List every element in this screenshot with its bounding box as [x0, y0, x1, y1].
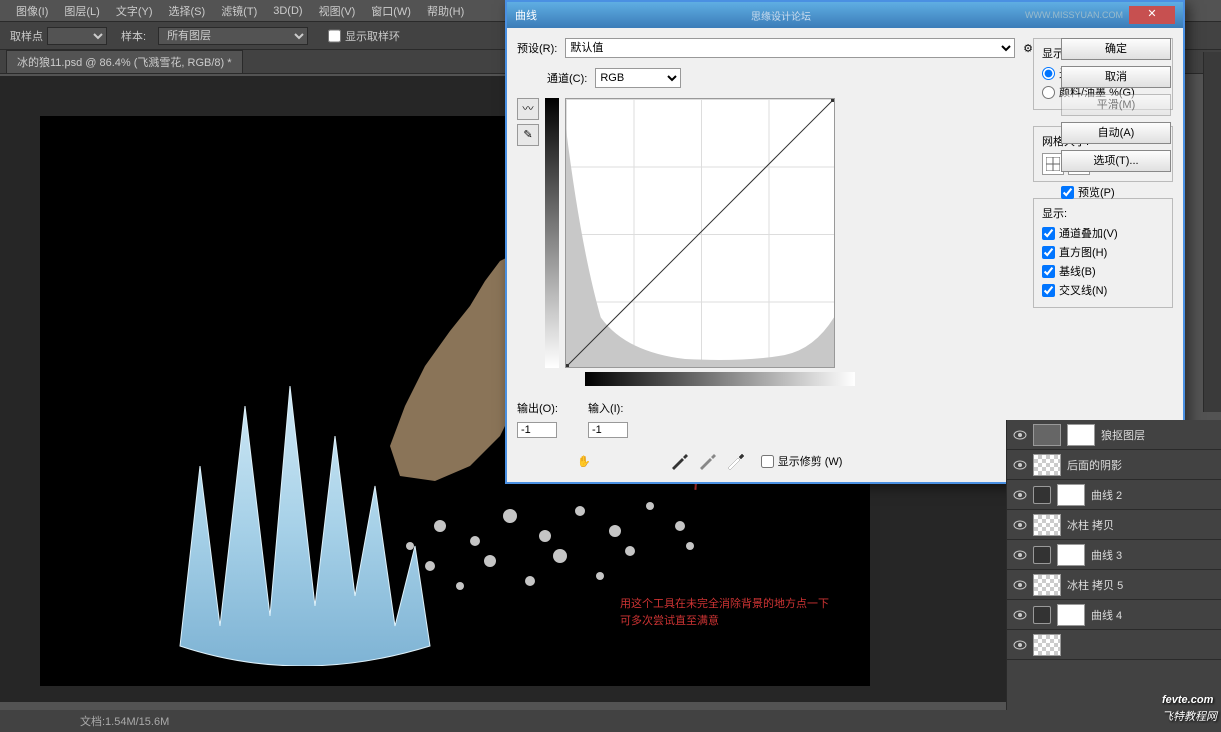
curve-grid[interactable] [565, 98, 835, 368]
channel-select[interactable]: RGB [595, 68, 681, 88]
output-label: 输出(O): [517, 400, 558, 416]
hand-tool-icon[interactable]: ✋ [577, 455, 591, 468]
curves-dialog: 曲线 思缘设计论坛 WWW.MISSYUAN.COM ✕ 预设(R): 默认值 … [505, 0, 1185, 484]
watermark: fevte.com 飞特教程网 [1162, 687, 1217, 724]
layer-row[interactable]: 曲线 3 [1007, 540, 1221, 570]
layers-panel: 狼抠图层后面的阴影曲线 2 冰柱 拷贝曲线 3 冰柱 拷贝 5 曲线 4 [1006, 420, 1221, 732]
cancel-button[interactable]: 取消 [1061, 66, 1171, 88]
visibility-icon[interactable] [1013, 578, 1027, 592]
menu-3d[interactable]: 3D(D) [265, 5, 310, 17]
wm-top-url: WWW.MISSYUAN.COM [1025, 10, 1123, 20]
show-clipping-checkbox[interactable]: 显示修剪 (W) [761, 453, 843, 469]
preset-gear-icon[interactable]: ⚙ [1023, 42, 1033, 55]
layer-row[interactable]: 曲线 4 [1007, 600, 1221, 630]
layer-thumb[interactable] [1033, 454, 1061, 476]
sample-point-select[interactable] [47, 27, 107, 45]
status-bar: 文档:1.54M/15.6M [0, 710, 1221, 732]
layer-mask-thumb[interactable] [1057, 604, 1085, 626]
menu-select[interactable]: 选择(S) [161, 3, 214, 19]
menu-view[interactable]: 视图(V) [311, 3, 364, 19]
layer-thumb[interactable] [1033, 634, 1061, 656]
menu-filter[interactable]: 滤镜(T) [213, 3, 265, 19]
adjustment-icon [1033, 486, 1051, 504]
horizontal-gradient [585, 372, 855, 386]
layer-name[interactable]: 曲线 4 [1091, 607, 1215, 623]
auto-button[interactable]: 自动(A) [1061, 122, 1171, 144]
collapsed-panels[interactable] [1203, 52, 1221, 412]
ok-button[interactable]: 确定 [1061, 38, 1171, 60]
visibility-icon[interactable] [1013, 548, 1027, 562]
menu-image[interactable]: 图像(I) [8, 3, 56, 19]
doc-size: 文档:1.54M/15.6M [80, 713, 169, 729]
show-group: 显示: 通道叠加(V) 直方图(H) 基线(B) 交叉线(N) [1033, 198, 1173, 308]
layer-mask-thumb[interactable] [1057, 544, 1085, 566]
curve-tool-icon[interactable]: 〰 [517, 98, 539, 120]
preset-label: 预设(R): [517, 40, 557, 56]
visibility-icon[interactable] [1013, 488, 1027, 502]
input-input[interactable] [588, 422, 628, 438]
menu-text[interactable]: 文字(Y) [108, 3, 161, 19]
sample-layers-select[interactable]: 所有图层 [158, 27, 308, 45]
sample-point-label: 取样点 [10, 28, 43, 44]
show-channel-overlay[interactable]: 通道叠加(V) [1042, 225, 1164, 241]
document-tab[interactable]: 冰的狼11.psd @ 86.4% (飞溅雪花, RGB/8) * [6, 50, 243, 73]
sample-label: 样本: [121, 28, 146, 44]
adjustment-icon [1033, 546, 1051, 564]
wm-top-text: 思缘设计论坛 [751, 8, 811, 23]
visibility-icon[interactable] [1013, 608, 1027, 622]
layer-name[interactable]: 曲线 3 [1091, 547, 1215, 563]
layer-name[interactable]: 后面的阴影 [1067, 457, 1215, 473]
layer-row[interactable]: 后面的阴影 [1007, 450, 1221, 480]
show-histogram[interactable]: 直方图(H) [1042, 244, 1164, 260]
layer-row[interactable]: 冰柱 拷贝 5 [1007, 570, 1221, 600]
output-input[interactable] [517, 422, 557, 438]
layer-row[interactable] [1007, 630, 1221, 660]
vertical-gradient [545, 98, 559, 368]
show-title: 显示: [1042, 205, 1164, 221]
options-button[interactable]: 选项(T)... [1061, 150, 1171, 172]
layer-row[interactable]: 冰柱 拷贝 [1007, 510, 1221, 540]
eyedropper-white-icon[interactable] [725, 451, 745, 471]
show-baseline[interactable]: 基线(B) [1042, 263, 1164, 279]
menu-layer[interactable]: 图层(L) [56, 3, 107, 19]
eyedropper-gray-icon[interactable] [697, 451, 717, 471]
visibility-icon[interactable] [1013, 638, 1027, 652]
dialog-titlebar[interactable]: 曲线 思缘设计论坛 WWW.MISSYUAN.COM ✕ [507, 2, 1183, 28]
adjustment-icon [1033, 606, 1051, 624]
layer-thumb[interactable] [1033, 424, 1061, 446]
preview-checkbox[interactable]: 预览(P) [1061, 184, 1171, 200]
layer-name[interactable]: 冰柱 拷贝 [1067, 517, 1215, 533]
annotation-text: 用这个工具在未完全消除背景的地方点一下 可多次尝试直至满意 [620, 596, 829, 629]
layer-thumb[interactable] [1033, 574, 1061, 596]
visibility-icon[interactable] [1013, 458, 1027, 472]
preset-select[interactable]: 默认值 [565, 38, 1015, 58]
show-sample-ring-checkbox[interactable]: 显示取样环 [328, 27, 400, 45]
input-label: 输入(I): [588, 400, 623, 416]
show-intersection[interactable]: 交叉线(N) [1042, 282, 1164, 298]
visibility-icon[interactable] [1013, 518, 1027, 532]
layer-mask-thumb[interactable] [1057, 484, 1085, 506]
layer-name[interactable]: 曲线 2 [1091, 487, 1215, 503]
channel-label: 通道(C): [547, 70, 587, 86]
menu-help[interactable]: 帮助(H) [419, 3, 472, 19]
layer-name[interactable]: 冰柱 拷贝 5 [1067, 577, 1215, 593]
layer-thumb[interactable] [1033, 514, 1061, 536]
pencil-tool-icon[interactable]: ✎ [517, 124, 539, 146]
layer-row[interactable]: 狼抠图层 [1007, 420, 1221, 450]
menu-window[interactable]: 窗口(W) [363, 3, 419, 19]
layer-name[interactable]: 狼抠图层 [1101, 427, 1215, 443]
dialog-title-text: 曲线 [515, 7, 537, 23]
eyedropper-black-icon[interactable] [669, 451, 689, 471]
visibility-icon[interactable] [1013, 428, 1027, 442]
smooth-button[interactable]: 平滑(M) [1061, 94, 1171, 116]
close-button[interactable]: ✕ [1129, 6, 1175, 24]
layer-mask-thumb[interactable] [1067, 424, 1095, 446]
layer-row[interactable]: 曲线 2 [1007, 480, 1221, 510]
